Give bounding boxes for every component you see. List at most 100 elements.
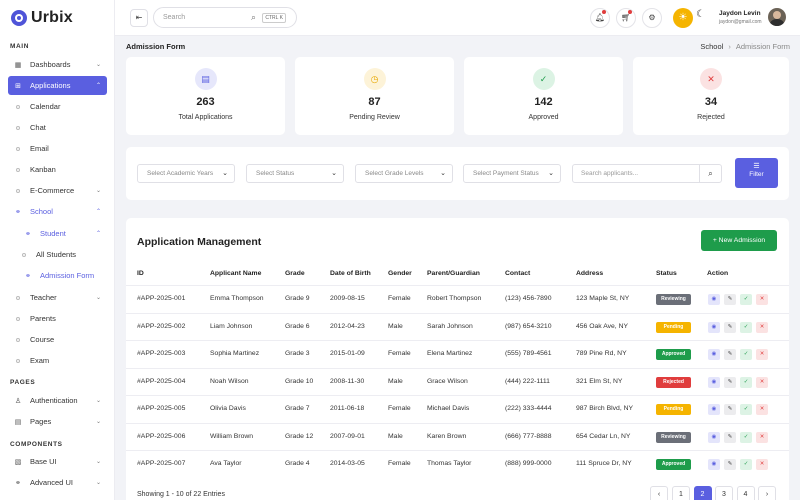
view-icon[interactable]: ◉ <box>708 376 720 388</box>
sidebar-item-teacher[interactable]: Teacher ⌄ <box>8 288 107 307</box>
sidebar-item-applications[interactable]: ⊞ Applications ⌃ <box>8 76 107 95</box>
user-icon: ♙ <box>14 397 22 405</box>
edit-icon[interactable]: ✎ <box>724 321 736 333</box>
sidebar-item-course[interactable]: Course <box>8 330 107 349</box>
sun-icon[interactable]: ☀ <box>673 8 693 28</box>
edit-icon[interactable]: ✎ <box>724 294 736 305</box>
col-grade[interactable]: Grade <box>285 270 305 277</box>
link-icon: ⚭ <box>25 272 31 280</box>
approve-icon[interactable]: ✓ <box>740 349 752 360</box>
chevron-up-icon: ⌃ <box>95 231 101 237</box>
chevron-down-icon: ⌄ <box>548 170 554 177</box>
status-select[interactable]: Select Status ⌄ <box>246 164 344 183</box>
payment-status-select[interactable]: Select Payment Status ⌄ <box>463 164 561 183</box>
pagination-page[interactable]: 4 <box>736 486 755 500</box>
sidebar-item-exam[interactable]: Exam <box>8 351 107 370</box>
cell-parent: Robert Thompson <box>427 295 482 302</box>
edit-icon[interactable]: ✎ <box>724 404 736 415</box>
sidebar-item-kanban[interactable]: Kanban <box>8 160 107 179</box>
approve-icon[interactable]: ✓ <box>740 459 752 470</box>
search-icon[interactable]: ⌕ <box>699 165 721 182</box>
table-row: #APP-2025-006 William Brown Grade 12 2007-0… <box>126 422 789 451</box>
approve-icon[interactable]: ✓ <box>740 294 752 305</box>
search-shortcut: CTRL K <box>262 13 286 23</box>
new-admission-button[interactable]: + New Admission <box>701 230 777 251</box>
pagination-page[interactable]: 3 <box>715 486 733 500</box>
filter-button[interactable]: ☰ Filter <box>735 158 778 188</box>
edit-icon[interactable]: ✎ <box>724 459 736 470</box>
reject-icon[interactable]: ✕ <box>756 459 768 470</box>
applicant-search-input[interactable]: Search applicants... ⌕ <box>572 164 722 183</box>
col-id[interactable]: ID <box>137 270 144 277</box>
cell-address: 123 Maple St, NY <box>576 295 630 302</box>
sidebar-item-ecommerce[interactable]: E-Commerce ⌄ <box>8 181 107 200</box>
status-badge: Approved <box>656 349 691 360</box>
pagination-prev[interactable]: ‹ <box>650 486 668 500</box>
sidebar-item-advanced-ui[interactable]: ⚭ Advanced UI ⌄ <box>8 473 107 492</box>
sidebar-item-base-ui[interactable]: ▧ Base UI ⌄ <box>8 452 107 471</box>
academic-years-select[interactable]: Select Academic Years ⌄ <box>137 164 235 183</box>
reject-icon[interactable]: ✕ <box>756 349 768 360</box>
global-search-input[interactable]: Search ⌕ CTRL K <box>153 7 297 28</box>
sidebar-item-parents[interactable]: Parents <box>8 309 107 328</box>
approve-icon[interactable]: ✓ <box>740 376 752 388</box>
table-row: #APP-2025-007 Ava Taylor Grade 4 2014-03-05… <box>126 450 789 478</box>
reject-icon[interactable]: ✕ <box>756 376 768 388</box>
approve-icon[interactable]: ✓ <box>740 321 752 333</box>
sidebar-item-email[interactable]: Email <box>8 139 107 158</box>
pagination-next[interactable]: › <box>758 486 776 500</box>
cell-address: 987 Birch Blvd, NY <box>576 405 634 412</box>
reject-icon[interactable]: ✕ <box>756 404 768 415</box>
approve-icon[interactable]: ✓ <box>740 404 752 415</box>
cart-icon[interactable]: 🛒︎ <box>616 8 636 28</box>
sidebar-item-dashboards[interactable]: ▦ Dashboards ⌄ <box>8 55 107 74</box>
notification-bell-icon[interactable]: 🔔︎ <box>590 8 610 28</box>
col-contact[interactable]: Contact <box>505 270 530 277</box>
view-icon[interactable]: ◉ <box>708 404 720 415</box>
cell-contact: (555) 789-4561 <box>505 350 552 357</box>
col-status[interactable]: Status <box>656 270 677 277</box>
brand-logo[interactable]: Urbix <box>0 0 114 36</box>
status-badge: Pending <box>656 321 691 333</box>
reject-icon[interactable]: ✕ <box>756 431 768 443</box>
moon-icon[interactable]: ☾ <box>696 9 705 20</box>
sidebar-item-calendar[interactable]: Calendar <box>8 97 107 116</box>
pagination-page[interactable]: 2 <box>693 486 712 500</box>
stat-card-total: ▤ 263 Total Applications <box>126 57 285 135</box>
edit-icon[interactable]: ✎ <box>724 349 736 360</box>
cell-parent: Sarah Johnson <box>427 322 473 330</box>
approve-icon[interactable]: ✓ <box>740 431 752 443</box>
pagination-page[interactable]: 1 <box>672 486 690 500</box>
check-circle-icon: ✓ <box>532 68 555 90</box>
view-icon[interactable]: ◉ <box>708 349 720 360</box>
col-applicant-name[interactable]: Applicant Name <box>210 270 261 277</box>
edit-icon[interactable]: ✎ <box>724 376 736 388</box>
sidebar-item-school[interactable]: ⚭ School ⌃ <box>8 202 107 221</box>
col-parent[interactable]: Parent/Guardian <box>427 270 480 277</box>
view-icon[interactable]: ◉ <box>708 459 720 470</box>
sidebar-item-admission-form[interactable]: ⚭ Admission Form <box>18 266 107 285</box>
user-avatar[interactable] <box>768 8 786 26</box>
chevron-up-icon: ⌃ <box>95 83 101 89</box>
view-icon[interactable]: ◉ <box>708 294 720 305</box>
edit-icon[interactable]: ✎ <box>724 431 736 443</box>
sidebar-item-student[interactable]: ⚭ Student ⌃ <box>18 224 107 243</box>
breadcrumb-school[interactable]: School <box>700 42 723 51</box>
view-icon[interactable]: ◉ <box>708 321 720 333</box>
collapse-sidebar-icon[interactable]: ⇤ <box>130 9 148 27</box>
col-address[interactable]: Address <box>576 270 603 277</box>
settings-gear-icon[interactable]: ⚙ <box>642 8 662 28</box>
sidebar-item-pages[interactable]: ▤ Pages ⌄ <box>8 412 107 431</box>
cell-id: #APP-2025-002 <box>137 322 186 330</box>
sidebar-item-authentication[interactable]: ♙ Authentication ⌄ <box>8 391 107 410</box>
cell-parent: Grace Wilson <box>427 377 468 385</box>
col-dob[interactable]: Date of Birth <box>330 270 371 277</box>
sidebar-item-all-students[interactable]: All Students <box>18 245 107 264</box>
reject-icon[interactable]: ✕ <box>756 321 768 333</box>
user-name[interactable]: Jaydon Levin <box>719 10 761 17</box>
grade-levels-select[interactable]: Select Grade Levels ⌄ <box>355 164 453 183</box>
view-icon[interactable]: ◉ <box>708 431 720 443</box>
col-gender[interactable]: Gender <box>388 270 412 277</box>
sidebar-item-chat[interactable]: Chat <box>8 118 107 137</box>
reject-icon[interactable]: ✕ <box>756 294 768 305</box>
